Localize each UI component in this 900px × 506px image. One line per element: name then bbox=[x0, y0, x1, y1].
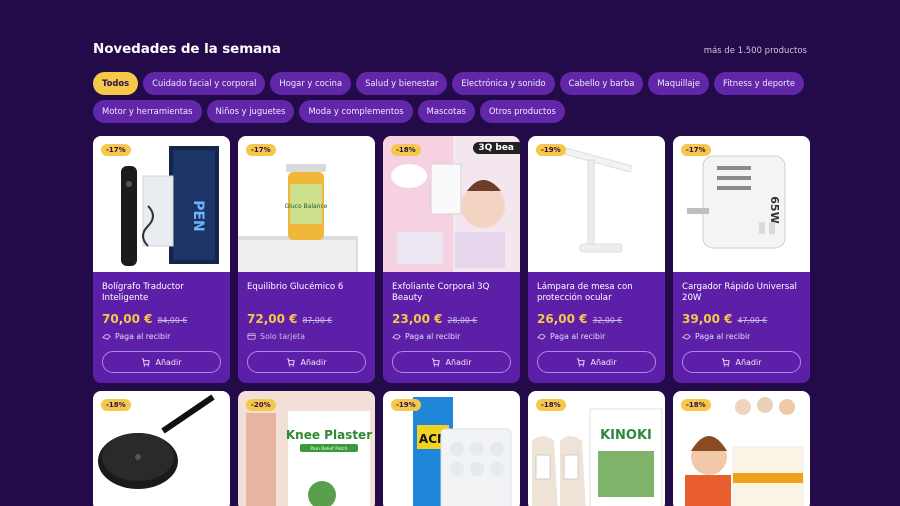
chip-cuidado-facial[interactable]: Cuidado facial y corporal bbox=[143, 72, 266, 95]
payment-method: Paga al recibir bbox=[682, 332, 750, 341]
product-grid: -17% PEN Bolígrafo Traductor Inteligente… bbox=[93, 136, 810, 506]
product-card[interactable]: -19% Lámpara de mesa con protección ocul… bbox=[528, 136, 665, 383]
product-card[interactable]: -19% ACN bbox=[383, 391, 520, 506]
brand-tag: 3Q bea bbox=[473, 142, 520, 154]
product-name[interactable]: Exfoliante Corporal 3Q Beauty bbox=[392, 282, 511, 306]
payment-method: Solo tarjeta bbox=[247, 332, 305, 341]
product-name[interactable]: Equilibrio Glucémico 6 bbox=[247, 282, 366, 306]
add-button-label: Añadir bbox=[735, 357, 762, 367]
chip-salud-bienestar[interactable]: Salud y bienestar bbox=[356, 72, 448, 95]
chip-otros[interactable]: Otros productos bbox=[479, 100, 565, 123]
discount-badge: -18% bbox=[536, 399, 566, 411]
product-card[interactable]: -18% KINOKI bbox=[528, 391, 665, 506]
discount-badge: -19% bbox=[536, 144, 566, 156]
product-count: más de 1.500 productos bbox=[703, 46, 807, 56]
discount-badge: -18% bbox=[681, 399, 711, 411]
product-image[interactable]: -18% bbox=[93, 391, 230, 506]
cart-icon bbox=[722, 357, 731, 367]
pen-box-label: PEN bbox=[190, 200, 206, 232]
product-image[interactable]: -18% KINOKI bbox=[528, 391, 665, 506]
discount-badge: -19% bbox=[391, 399, 421, 411]
patch-box-title: Knee Plaster bbox=[286, 428, 372, 442]
product-name[interactable]: Cargador Rápido Universal 20W bbox=[682, 282, 801, 306]
product-image[interactable]: -17% 65W bbox=[673, 136, 810, 272]
cart-icon bbox=[432, 357, 441, 367]
product-card[interactable]: -17% PEN Bolígrafo Traductor Inteligente… bbox=[93, 136, 230, 383]
product-price: 39,00 € bbox=[682, 312, 733, 326]
product-image[interactable]: -17% Gluco Balance bbox=[238, 136, 375, 272]
add-button-label: Añadir bbox=[445, 357, 472, 367]
cash-on-delivery-icon bbox=[102, 334, 111, 340]
cart-icon bbox=[577, 357, 586, 367]
chip-todos[interactable]: Todos bbox=[93, 72, 139, 95]
payment-label: Paga al recibir bbox=[115, 332, 171, 341]
discount-badge: -17% bbox=[101, 144, 131, 156]
discount-badge: -18% bbox=[391, 144, 421, 156]
payment-method: Paga al recibir bbox=[537, 332, 605, 341]
add-to-cart-button[interactable]: Añadir bbox=[537, 351, 656, 373]
discount-badge: -18% bbox=[101, 399, 131, 411]
chip-electronica[interactable]: Electrónica y sonido bbox=[452, 72, 555, 95]
card-icon bbox=[247, 333, 256, 340]
chip-cabello-barba[interactable]: Cabello y barba bbox=[559, 72, 644, 95]
old-price: 47,00 € bbox=[737, 316, 768, 325]
chip-moda[interactable]: Moda y complementos bbox=[299, 100, 413, 123]
product-name[interactable]: Bolígrafo Traductor Inteligente bbox=[102, 282, 221, 306]
payment-label: Paga al recibir bbox=[405, 332, 461, 341]
chip-fitness[interactable]: Fitness y deporte bbox=[713, 72, 805, 95]
product-image[interactable]: -17% PEN bbox=[93, 136, 230, 272]
kinoki-box-label: KINOKI bbox=[600, 428, 652, 443]
category-filter-chips: Todos Cuidado facial y corporal Hogar y … bbox=[93, 72, 809, 123]
chip-ninos[interactable]: Niños y juguetes bbox=[206, 100, 295, 123]
product-image[interactable]: -18% bbox=[673, 391, 810, 506]
payment-label: Paga al recibir bbox=[550, 332, 606, 341]
discount-badge: -20% bbox=[246, 399, 276, 411]
add-button-label: Añadir bbox=[590, 357, 617, 367]
product-card[interactable]: -18% bbox=[93, 391, 230, 506]
patch-box-subtitle: Pain Relief Patch bbox=[310, 446, 347, 452]
product-price: 23,00 € bbox=[392, 312, 443, 326]
old-price: 32,00 € bbox=[592, 316, 623, 325]
old-price: 84,00 € bbox=[157, 316, 188, 325]
cart-icon bbox=[142, 357, 151, 367]
product-card[interactable]: -18% 3Q bea Exfoliante Corporal 3Q Beaut… bbox=[383, 136, 520, 383]
product-image[interactable]: -19% ACN bbox=[383, 391, 520, 506]
product-image[interactable]: -19% bbox=[528, 136, 665, 272]
payment-label: Paga al recibir bbox=[695, 332, 751, 341]
charger-label: 65W bbox=[768, 196, 781, 223]
add-to-cart-button[interactable]: Añadir bbox=[682, 351, 801, 373]
product-name[interactable]: Lámpara de mesa con protección ocular bbox=[537, 282, 656, 306]
product-price: 70,00 € bbox=[102, 312, 153, 326]
add-button-label: Añadir bbox=[155, 357, 182, 367]
product-price: 72,00 € bbox=[247, 312, 298, 326]
chip-motor[interactable]: Motor y herramientas bbox=[93, 100, 202, 123]
payment-label: Solo tarjeta bbox=[260, 332, 305, 341]
section-title: Novedades de la semana bbox=[93, 41, 281, 57]
payment-method: Paga al recibir bbox=[392, 332, 460, 341]
add-to-cart-button[interactable]: Añadir bbox=[392, 351, 511, 373]
cash-on-delivery-icon bbox=[392, 334, 401, 340]
chip-maquillaje[interactable]: Maquillaje bbox=[648, 72, 709, 95]
cash-on-delivery-icon bbox=[682, 334, 691, 340]
product-image[interactable]: -18% 3Q bea bbox=[383, 136, 520, 272]
add-button-label: Añadir bbox=[300, 357, 327, 367]
payment-method: Paga al recibir bbox=[102, 332, 170, 341]
add-to-cart-button[interactable]: Añadir bbox=[102, 351, 221, 373]
bottle-label: Gluco Balance bbox=[285, 203, 328, 210]
product-card[interactable]: -17% Gluco Balance Equilibrio Glucémico … bbox=[238, 136, 375, 383]
chip-mascotas[interactable]: Mascotas bbox=[417, 100, 475, 123]
product-card[interactable]: -20% Knee Plaster Pain Relief Patch bbox=[238, 391, 375, 506]
discount-badge: -17% bbox=[246, 144, 276, 156]
old-price: 87,00 € bbox=[302, 316, 333, 325]
cart-icon bbox=[287, 357, 296, 367]
product-price: 26,00 € bbox=[537, 312, 588, 326]
add-to-cart-button[interactable]: Añadir bbox=[247, 351, 366, 373]
discount-badge: -17% bbox=[681, 144, 711, 156]
product-card[interactable]: -17% 65W Cargador Rápido Universal 20W 3… bbox=[673, 136, 810, 383]
product-card[interactable]: -18% bbox=[673, 391, 810, 506]
product-image[interactable]: -20% Knee Plaster Pain Relief Patch bbox=[238, 391, 375, 506]
chip-hogar-cocina[interactable]: Hogar y cocina bbox=[270, 72, 352, 95]
cash-on-delivery-icon bbox=[537, 334, 546, 340]
old-price: 28,00 € bbox=[447, 316, 478, 325]
